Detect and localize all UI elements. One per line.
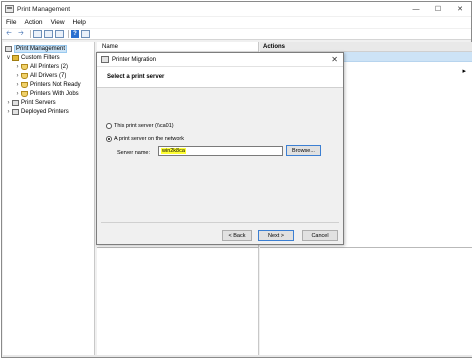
back-button[interactable]: < Back (222, 230, 252, 241)
tree-item-label: All Printers (2) (30, 63, 69, 70)
toolbar-separator (68, 30, 69, 38)
chevron-right-icon[interactable]: ▸ (462, 67, 466, 75)
cancel-button[interactable]: Cancel (302, 230, 338, 241)
actions-header: Actions (260, 42, 472, 52)
center-lower-pane (97, 247, 259, 357)
tree-item-print-management[interactable]: Print Management (5, 44, 68, 53)
server-name-value: win2k8ca (161, 148, 186, 154)
toolbar: 🡠 🡢 ? (2, 29, 471, 40)
menu-bar: File Action View Help (2, 17, 471, 28)
next-button[interactable]: Next > (258, 230, 294, 241)
navigation-tree: Print Management ∨ Custom Filters › All … (3, 42, 95, 357)
close-icon[interactable]: ✕ (331, 55, 338, 64)
forward-arrow-icon[interactable]: 🡢 (16, 30, 26, 39)
help-icon[interactable]: ? (71, 30, 79, 38)
chevron-right-icon[interactable]: › (14, 91, 21, 97)
chevron-right-icon[interactable]: › (14, 64, 21, 70)
tree-item-all-printers[interactable]: › All Printers (2) (14, 62, 68, 71)
dialog-separator (101, 222, 339, 223)
tree-item-custom-filters[interactable]: ∨ Custom Filters (5, 53, 60, 62)
radio-button[interactable] (106, 136, 112, 142)
radio-label: A print server on the network (114, 136, 185, 142)
properties-icon[interactable] (44, 30, 53, 38)
actions-lower-pane (260, 247, 472, 357)
menu-action[interactable]: Action (20, 19, 46, 26)
printer-icon (5, 5, 14, 13)
tree-item-label: Printers With Jobs (30, 90, 79, 97)
menu-view[interactable]: View (47, 19, 69, 26)
folder-icon (12, 54, 19, 61)
maximize-icon[interactable]: ☐ (427, 2, 449, 16)
tree-item-all-drivers[interactable]: › All Drivers (7) (14, 71, 66, 80)
printer-icon (5, 45, 12, 52)
export-list-icon[interactable] (55, 30, 64, 38)
chevron-right-icon[interactable]: › (14, 73, 21, 79)
radio-network-print-server[interactable]: A print server on the network (106, 136, 184, 142)
filter-icon (21, 72, 28, 79)
radio-button[interactable] (106, 123, 112, 129)
tree-item-deployed-printers[interactable]: › Deployed Printers (5, 107, 69, 116)
tree-item-print-servers[interactable]: › Print Servers (5, 98, 56, 107)
tree-item-label: All Drivers (7) (30, 72, 67, 79)
dialog-header: Select a print server (97, 67, 343, 88)
server-name-input[interactable]: win2k8ca (158, 146, 283, 156)
browse-button[interactable]: Browse... (286, 145, 321, 156)
filter-icon (21, 81, 28, 88)
tree-item-label: Printers Not Ready (30, 81, 81, 88)
back-arrow-icon[interactable]: 🡠 (4, 30, 14, 39)
minimize-icon[interactable]: — (405, 2, 427, 16)
server-icon (12, 99, 19, 106)
column-header-name[interactable]: Name (97, 42, 258, 52)
server-name-label: Server name: (117, 150, 151, 156)
show-tree-icon[interactable] (33, 30, 42, 38)
window-controls: — ☐ ✕ (405, 2, 471, 16)
tree-item-printers-with-jobs[interactable]: › Printers With Jobs (14, 89, 79, 98)
printer-migration-dialog: Printer Migration ✕ Select a print serve… (96, 52, 344, 245)
toolbar-separator (30, 30, 31, 38)
tree-item-label: Print Management (14, 44, 68, 53)
radio-this-print-server[interactable]: This print server (\\ca01) (106, 123, 174, 129)
close-icon[interactable]: ✕ (449, 2, 471, 16)
radio-label: This print server (\\ca01) (114, 123, 174, 129)
printer-icon (101, 56, 109, 63)
tree-item-label: Print Servers (21, 99, 56, 106)
menu-help[interactable]: Help (69, 19, 90, 26)
chevron-down-icon[interactable]: ∨ (5, 54, 12, 61)
tree-item-label: Custom Filters (21, 54, 60, 61)
title-bar: Print Management — ☐ ✕ (2, 2, 471, 16)
chevron-right-icon[interactable]: › (5, 109, 12, 115)
window-title: Print Management (17, 5, 71, 13)
tree-item-printers-not-ready[interactable]: › Printers Not Ready (14, 80, 81, 89)
filter-icon (21, 63, 28, 70)
status-bar (3, 355, 472, 357)
printer-icon (12, 108, 19, 115)
filter-icon (21, 90, 28, 97)
main-window: Print Management — ☐ ✕ File Action View … (1, 1, 472, 358)
dialog-title-bar: Printer Migration ✕ (97, 53, 343, 67)
chevron-right-icon[interactable]: › (14, 82, 21, 88)
dialog-title: Printer Migration (112, 56, 157, 63)
menu-file[interactable]: File (2, 19, 20, 26)
action-pane-icon[interactable] (81, 30, 90, 38)
tree-item-label: Deployed Printers (21, 108, 69, 115)
chevron-right-icon[interactable]: › (5, 100, 12, 106)
